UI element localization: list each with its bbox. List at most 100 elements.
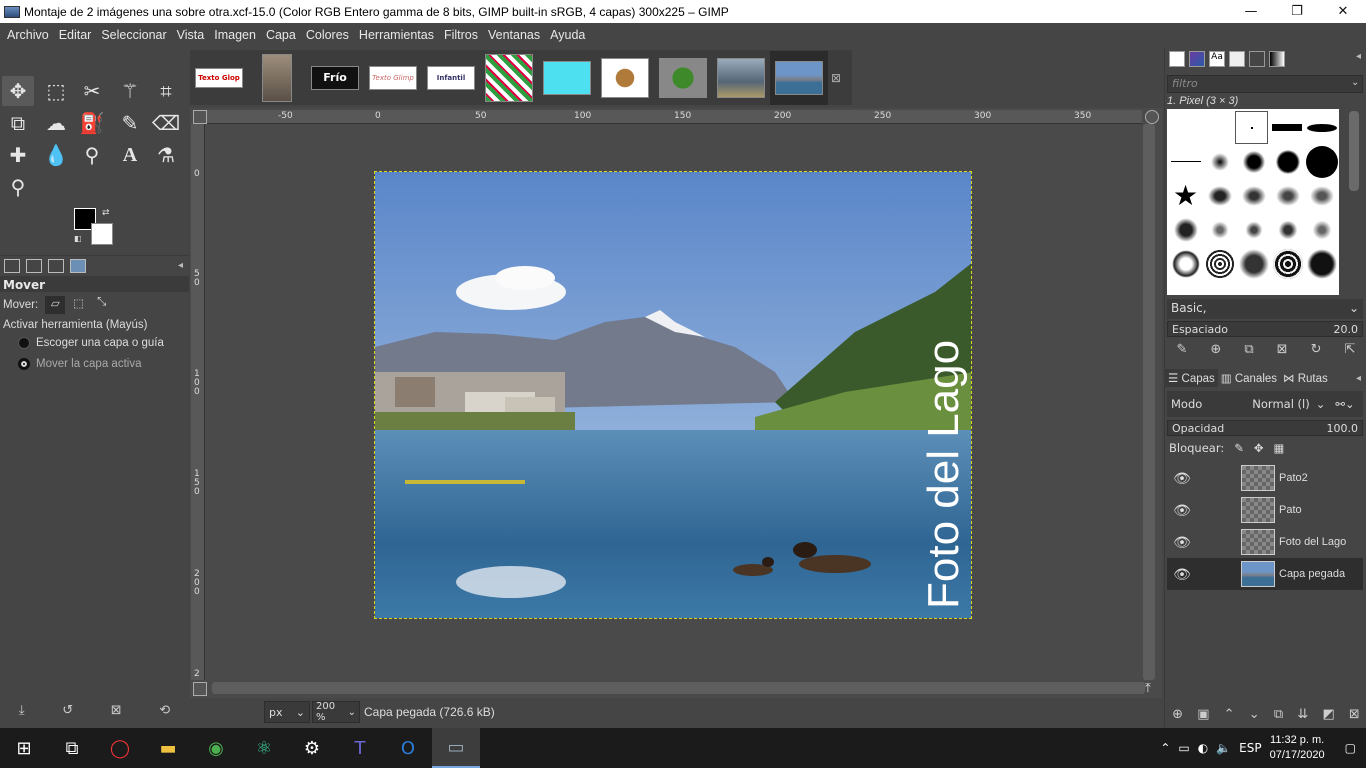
- image-tab[interactable]: [538, 51, 596, 105]
- clock[interactable]: 11:32 p. m. 07/17/2020: [1270, 733, 1325, 763]
- brush-texture[interactable]: [1203, 179, 1236, 212]
- images-tab-icon[interactable]: [70, 258, 86, 273]
- move-path-mode-icon[interactable]: ⤡: [92, 296, 112, 314]
- raise-layer-icon[interactable]: ⌃: [1224, 707, 1235, 722]
- scissors-select-tool-icon[interactable]: ✂: [76, 76, 108, 106]
- brush-line[interactable]: [1169, 145, 1202, 178]
- task-view-icon[interactable]: ⧉: [48, 728, 96, 768]
- image-tab-active[interactable]: [770, 50, 828, 105]
- mask-layer-icon[interactable]: ◩: [1322, 707, 1334, 722]
- tab-menu-icon[interactable]: ◂: [1356, 51, 1361, 69]
- move-selection-mode-icon[interactable]: ⬚: [69, 296, 89, 314]
- edit-brush-icon[interactable]: ✎: [1177, 342, 1188, 357]
- reset-colors-icon[interactable]: ◧: [74, 234, 82, 243]
- new-brush-icon[interactable]: ⊕: [1210, 342, 1221, 357]
- brush-texture[interactable]: [1305, 179, 1338, 212]
- gradients-tab-icon[interactable]: [1269, 51, 1285, 67]
- file-explorer-icon[interactable]: ▬: [144, 728, 192, 768]
- document-history-tab-icon[interactable]: [1229, 51, 1245, 67]
- restore-options-icon[interactable]: ↺: [62, 703, 73, 725]
- option-pick-layer[interactable]: Escoger una capa o guía: [18, 337, 164, 349]
- brush-fuzzy-small[interactable]: [1203, 145, 1236, 178]
- lock-position-icon[interactable]: ✥: [1254, 441, 1264, 455]
- tab-canales[interactable]: ▥ Canales: [1218, 369, 1280, 387]
- unified-transform-tool-icon[interactable]: ⧉: [2, 108, 34, 138]
- lock-pixels-icon[interactable]: ✎: [1234, 441, 1244, 455]
- brush-texture[interactable]: [1203, 247, 1236, 280]
- quick-mask-corner-icon[interactable]: [193, 110, 207, 124]
- tab-rutas[interactable]: ⋈ Rutas: [1280, 369, 1331, 387]
- tool-options-tab-icon[interactable]: [4, 258, 20, 273]
- delete-brush-icon[interactable]: ⊠: [1277, 342, 1288, 357]
- brush-scrollbar[interactable]: [1349, 111, 1359, 191]
- eye-icon[interactable]: 👁: [1167, 566, 1197, 583]
- background-color[interactable]: [91, 223, 113, 245]
- image-tab[interactable]: [596, 51, 654, 105]
- paint-dynamics-tab-icon[interactable]: [1249, 51, 1265, 67]
- minimize-button[interactable]: —: [1228, 0, 1274, 23]
- radio-checked-icon[interactable]: [18, 358, 30, 370]
- undo-history-tab-icon[interactable]: [48, 258, 64, 273]
- patterns-tab-icon[interactable]: [1189, 51, 1205, 67]
- brush-texture[interactable]: [1305, 213, 1338, 246]
- chevron-up-icon[interactable]: ⌃: [1160, 741, 1170, 755]
- crop-tool-icon[interactable]: ⌗: [150, 76, 182, 106]
- brush-fuzzy-medium[interactable]: [1237, 145, 1270, 178]
- rect-select-tool-icon[interactable]: ⬚: [40, 76, 72, 106]
- image-tab[interactable]: Texto Glop: [190, 51, 248, 105]
- menu-ayuda[interactable]: Ayuda: [545, 28, 590, 42]
- vertical-ruler[interactable]: 0 5 0 1 0 0 1 5 0 2 0 0 2: [191, 124, 205, 680]
- delete-layer-icon[interactable]: ⊠: [1349, 707, 1360, 722]
- bucket-fill-tool-icon[interactable]: ⛽: [76, 108, 108, 138]
- chrome-icon[interactable]: ◉: [192, 728, 240, 768]
- brushes-tab-icon[interactable]: [1169, 51, 1185, 67]
- battery-icon[interactable]: ▭: [1178, 741, 1189, 755]
- layer-row[interactable]: 👁 Foto del Lago: [1167, 526, 1363, 558]
- swap-colors-icon[interactable]: ⇄: [102, 208, 110, 218]
- atom-icon[interactable]: ⚛: [240, 728, 288, 768]
- brush-star[interactable]: ★: [1169, 179, 1202, 212]
- brush-filter-input[interactable]: filtro: [1167, 75, 1363, 93]
- brush-texture[interactable]: [1305, 247, 1338, 280]
- unit-dropdown[interactable]: px ⌄: [264, 701, 310, 723]
- composite-mode-icon[interactable]: ⚯⌄: [1335, 397, 1354, 411]
- opacity-spinner[interactable]: Opacidad 100.0: [1167, 420, 1363, 436]
- menu-vista[interactable]: Vista: [172, 28, 210, 42]
- menu-ventanas[interactable]: Ventanas: [483, 28, 545, 42]
- brush-texture[interactable]: [1237, 179, 1270, 212]
- brush-texture[interactable]: [1169, 213, 1202, 246]
- opera-icon[interactable]: ◯: [96, 728, 144, 768]
- eye-icon[interactable]: 👁: [1167, 502, 1197, 519]
- fonts-tab-icon[interactable]: Aa: [1209, 51, 1225, 67]
- outlook-icon[interactable]: O: [384, 728, 432, 768]
- teams-icon[interactable]: T: [336, 728, 384, 768]
- language-indicator[interactable]: ESP: [1239, 741, 1261, 755]
- menu-editar[interactable]: Editar: [54, 28, 97, 42]
- horizontal-ruler[interactable]: -50 0 50 100 150 200 250 300 350: [207, 110, 1142, 124]
- brush-preset-dropdown[interactable]: Basic, ⌄: [1167, 299, 1363, 319]
- paths-tool-icon[interactable]: ⚲: [76, 140, 108, 170]
- brush-block[interactable]: [1270, 111, 1303, 144]
- color-picker-tool-icon[interactable]: ⚗: [150, 140, 182, 170]
- smudge-tool-icon[interactable]: 💧: [40, 140, 72, 170]
- zoom-image-icon[interactable]: [1145, 110, 1159, 124]
- reset-options-icon[interactable]: ⟲: [159, 703, 170, 725]
- move-tool-icon[interactable]: ✥: [2, 76, 34, 106]
- menu-archivo[interactable]: Archivo: [2, 28, 54, 42]
- new-layer-icon[interactable]: ⊕: [1172, 707, 1183, 722]
- horizontal-scrollbar[interactable]: [212, 682, 1145, 694]
- layer-row-selected[interactable]: 👁 Capa pegada: [1167, 558, 1363, 590]
- close-tab-icon[interactable]: ⊠: [828, 71, 844, 85]
- brush-texture[interactable]: [1237, 247, 1270, 280]
- vertical-scrollbar[interactable]: [1143, 124, 1155, 680]
- chevron-down-icon[interactable]: ⌄: [1316, 397, 1326, 411]
- chevron-down-icon[interactable]: ⌄: [1351, 77, 1359, 88]
- text-tool-icon[interactable]: A: [114, 140, 146, 170]
- maximize-button[interactable]: ❐: [1274, 0, 1320, 23]
- menu-imagen[interactable]: Imagen: [209, 28, 261, 42]
- brush-texture[interactable]: [1169, 247, 1202, 280]
- menu-filtros[interactable]: Filtros: [439, 28, 483, 42]
- image-tab[interactable]: Infantil: [422, 51, 480, 105]
- notifications-icon[interactable]: ▢: [1345, 741, 1356, 755]
- menu-herramientas[interactable]: Herramientas: [354, 28, 439, 42]
